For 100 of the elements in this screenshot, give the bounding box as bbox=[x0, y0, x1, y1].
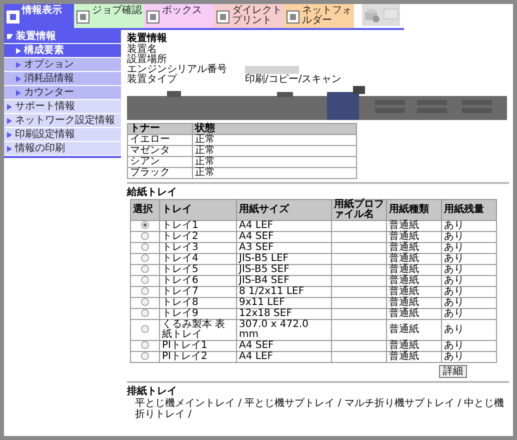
column-header: 用紙種類 bbox=[386, 200, 442, 220]
table-cell: 普通紙 bbox=[386, 320, 442, 340]
column-header: トレイ bbox=[160, 200, 236, 220]
printer-gear-icon[interactable] bbox=[362, 4, 381, 26]
table-cell: 普通紙 bbox=[386, 254, 442, 264]
sidebar-item[interactable]: 印刷設定情報 bbox=[4, 128, 121, 142]
tab[interactable]: 情報表示 bbox=[4, 4, 74, 28]
sidebar-item[interactable]: ネットワーク設定情報 bbox=[4, 114, 121, 128]
table-cell: 307.0 x 472.0 mm bbox=[236, 320, 332, 340]
table-cell: トレイ7 bbox=[160, 286, 236, 298]
table-cell: 正常 bbox=[192, 146, 356, 156]
table-cell: 普通紙 bbox=[386, 264, 442, 276]
document-icon bbox=[76, 10, 90, 24]
sidebar-item[interactable]: 構成要素 bbox=[4, 44, 121, 58]
table-cell: JIS-B5 SEF bbox=[236, 264, 332, 276]
radio-button[interactable] bbox=[141, 276, 149, 284]
table-cell: マゼンタ bbox=[128, 146, 192, 156]
column-header: 用紙サイズ bbox=[236, 200, 332, 220]
table-cell: 正常 bbox=[192, 156, 356, 168]
document-icon bbox=[6, 10, 20, 24]
details-button[interactable]: 詳細 bbox=[439, 365, 467, 378]
tab[interactable]: ネットフォルダー bbox=[284, 4, 354, 28]
sidebar-item[interactable]: 消耗品情報 bbox=[4, 72, 121, 86]
table-cell: あり bbox=[442, 232, 496, 242]
table-cell: 普通紙 bbox=[386, 308, 442, 320]
table-cell: トレイ8 bbox=[160, 298, 236, 308]
table-cell: あり bbox=[442, 276, 496, 286]
sidebar-item[interactable]: サポート情報 bbox=[4, 100, 121, 114]
radio-button[interactable] bbox=[141, 352, 149, 360]
table-cell: 普通紙 bbox=[386, 340, 442, 352]
table-cell: A4 SEF bbox=[236, 232, 332, 242]
table-cell: 普通紙 bbox=[386, 286, 442, 298]
document-icon bbox=[216, 10, 230, 24]
table-cell: トレイ4 bbox=[160, 254, 236, 264]
table-cell: あり bbox=[442, 340, 496, 352]
section-heading: 排紙トレイ bbox=[127, 386, 178, 398]
field-label: エンジンシリアル番号 bbox=[127, 65, 228, 75]
table-cell: あり bbox=[442, 320, 496, 340]
radio-button[interactable] bbox=[141, 243, 149, 252]
sidebar-item[interactable]: カウンター bbox=[4, 86, 121, 100]
sidebar-item[interactable]: オプション bbox=[4, 58, 121, 72]
table-cell: あり bbox=[442, 308, 496, 320]
field-value: 印刷/コピー/スキャン bbox=[245, 75, 343, 85]
table-cell: 普通紙 bbox=[386, 298, 442, 308]
table-cell: 8 1/2x11 LEF bbox=[236, 286, 332, 298]
table-cell: PIトレイ2 bbox=[160, 352, 236, 362]
radio-button[interactable] bbox=[141, 341, 149, 350]
field-label: 設置場所 bbox=[127, 55, 168, 65]
column-header: 用紙プロファイル名 bbox=[332, 200, 386, 220]
table-cell: PIトレイ1 bbox=[160, 340, 236, 352]
table-cell: くるみ製本 表紙トレイ bbox=[160, 320, 236, 340]
section-heading: 装置情報 bbox=[127, 33, 168, 44]
table-cell: トレイ6 bbox=[160, 276, 236, 286]
sidebar-item[interactable]: 装置情報 bbox=[4, 30, 121, 44]
radio-button[interactable] bbox=[141, 298, 149, 306]
radio-button[interactable] bbox=[141, 254, 149, 262]
table-cell: あり bbox=[442, 352, 496, 362]
radio-button[interactable] bbox=[141, 265, 149, 274]
table-cell: ブラック bbox=[128, 168, 192, 178]
table-cell: 普通紙 bbox=[386, 220, 442, 232]
table-cell: トレイ2 bbox=[160, 232, 236, 242]
panel-icon[interactable] bbox=[381, 4, 400, 26]
table-cell: トレイ9 bbox=[160, 308, 236, 320]
table-cell: 12x18 SEF bbox=[236, 308, 332, 320]
tab[interactable]: ジョブ確認 bbox=[74, 4, 144, 28]
table-cell: イエロー bbox=[128, 134, 192, 146]
document-icon bbox=[286, 10, 300, 24]
radio-button[interactable] bbox=[141, 309, 149, 318]
table-cell: 正常 bbox=[192, 168, 356, 178]
table-cell: A4 LEF bbox=[236, 220, 332, 232]
table-cell: 普通紙 bbox=[386, 242, 442, 254]
tab[interactable]: ボックス bbox=[144, 4, 214, 28]
table-cell: あり bbox=[442, 242, 496, 254]
column-header: 状態 bbox=[192, 124, 356, 134]
table-cell: 普通紙 bbox=[386, 352, 442, 362]
tab[interactable]: ダイレクトプリント bbox=[214, 4, 284, 28]
radio-button[interactable] bbox=[141, 287, 149, 296]
table-cell: A3 SEF bbox=[236, 242, 332, 254]
section-heading: 給紙トレイ bbox=[127, 187, 178, 199]
column-header: 用紙残量 bbox=[442, 200, 496, 220]
table-cell: トレイ1 bbox=[160, 220, 236, 232]
table-cell: あり bbox=[442, 264, 496, 276]
output-tray-list: 平とじ機メイントレイ / 平とじ機サブトレイ / マルチ折り機サブトレイ / 中とじ機折りトレイ / bbox=[127, 398, 509, 420]
table-cell: トレイ3 bbox=[160, 242, 236, 254]
table-cell: 9x11 LEF bbox=[236, 298, 332, 308]
table-cell: 普通紙 bbox=[386, 276, 442, 286]
radio-button[interactable] bbox=[141, 221, 149, 230]
radio-button[interactable] bbox=[141, 325, 149, 334]
table-cell: A4 SEF bbox=[236, 340, 332, 352]
document-icon bbox=[146, 10, 160, 24]
table-cell: あり bbox=[442, 220, 496, 232]
column-header: 選択 bbox=[130, 200, 160, 220]
radio-button[interactable] bbox=[141, 232, 149, 240]
table-cell: あり bbox=[442, 298, 496, 308]
table-cell: あり bbox=[442, 286, 496, 298]
field-label: 装置名 bbox=[127, 45, 157, 55]
table-cell: 普通紙 bbox=[386, 232, 442, 242]
field-label: 装置タイプ bbox=[127, 75, 178, 85]
sidebar-item[interactable]: 情報の印刷 bbox=[4, 142, 121, 156]
table-cell: A4 LEF bbox=[236, 352, 332, 362]
